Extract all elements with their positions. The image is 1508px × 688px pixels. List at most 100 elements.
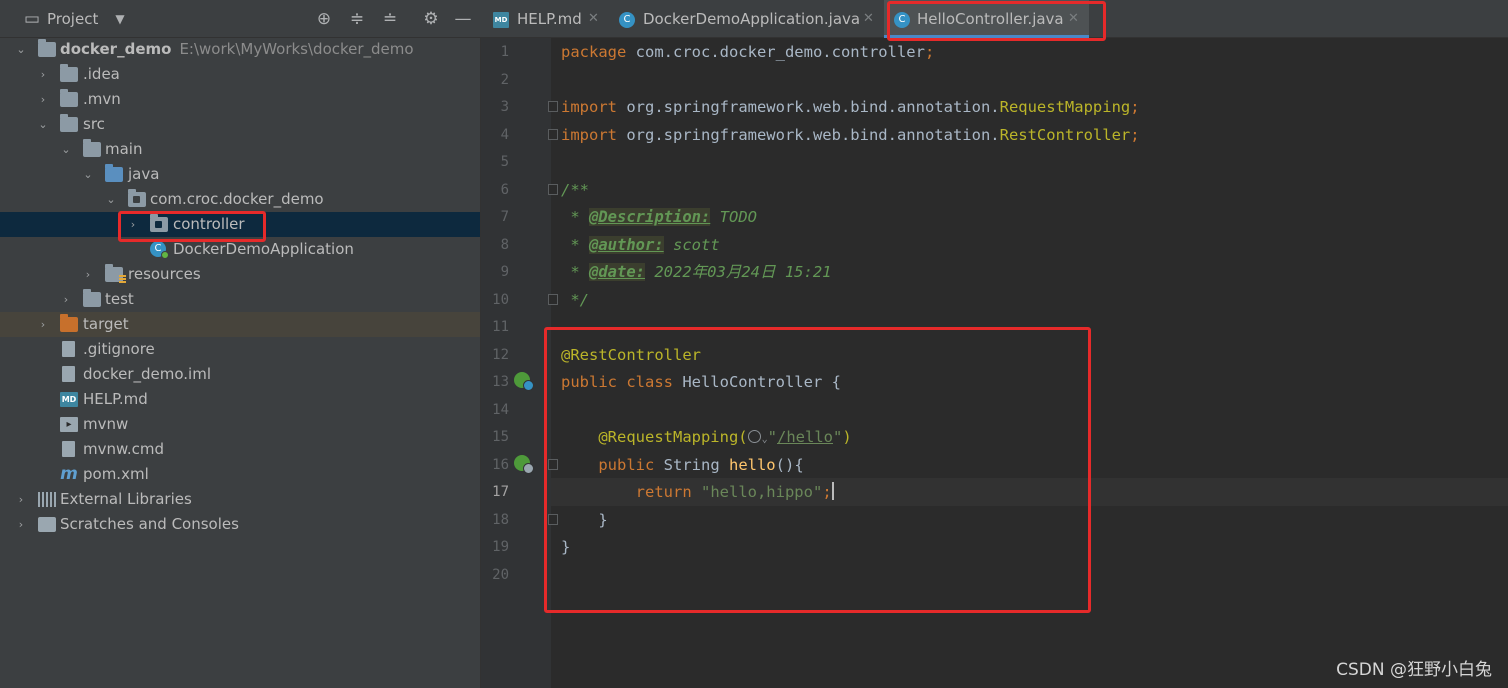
code-line: * @date: 2022年03月24日 15:21: [561, 263, 832, 281]
close-icon[interactable]: ✕: [863, 0, 874, 38]
chevron-right-icon[interactable]: ›: [36, 87, 50, 112]
line-number: 14: [492, 402, 509, 418]
locate-file-icon[interactable]: ⊕: [314, 9, 334, 29]
folder-icon: [60, 64, 78, 82]
code-editor: MD HELP.md ✕ C DockerDemoApplication.jav…: [481, 0, 1508, 688]
tree-item-docker-demo[interactable]: ⌄ docker_demo E:\work\MyWorks\docker_demo: [0, 37, 480, 62]
chevron-down-icon[interactable]: ⌄: [81, 162, 95, 187]
spring-bean-icon[interactable]: [514, 372, 534, 391]
tab-label: DockerDemoApplication.java: [643, 10, 861, 28]
close-icon[interactable]: ✕: [588, 0, 599, 38]
chevron-right-icon[interactable]: ›: [14, 512, 28, 537]
chevron-right-icon[interactable]: ›: [59, 287, 73, 312]
editor-tab-bar: MD HELP.md ✕ C DockerDemoApplication.jav…: [481, 0, 1508, 38]
line-number: 9: [500, 264, 509, 280]
tree-item-label: mvnw: [83, 415, 129, 433]
chevron-down-icon[interactable]: ⌄: [104, 187, 118, 212]
ignore-file-icon: [62, 341, 75, 357]
tree-item-docker-demo-application[interactable]: C DockerDemoApplication: [0, 237, 480, 262]
tree-item-gitignore[interactable]: .gitignore: [0, 337, 480, 362]
tree-item-test[interactable]: › test: [0, 287, 480, 312]
tree-item-help-md[interactable]: MD HELP.md: [0, 387, 480, 412]
resources-folder-icon: [105, 264, 126, 284]
tree-item-label: pom.xml: [83, 465, 149, 483]
tree-item-scratches[interactable]: › Scratches and Consoles: [0, 512, 480, 537]
tree-item-label: .idea: [83, 65, 120, 83]
chevron-right-icon[interactable]: ›: [126, 212, 140, 237]
tree-item-label: mvnw.cmd: [83, 440, 165, 458]
tree-item-target[interactable]: › target: [0, 312, 480, 337]
code-line: @RequestMapping(⌄"/hello"): [598, 428, 852, 446]
expand-all-icon[interactable]: ≑: [347, 9, 367, 29]
hide-panel-icon[interactable]: —: [453, 9, 473, 29]
spring-endpoint-icon[interactable]: [514, 455, 534, 474]
tree-item-mvn[interactable]: › .mvn: [0, 87, 480, 112]
chevron-down-icon[interactable]: ▼: [110, 9, 130, 29]
line-number: 16: [492, 457, 509, 473]
tree-item-label: controller: [173, 215, 245, 233]
code-line: @RestController: [561, 346, 701, 364]
chevron-right-icon[interactable]: ›: [36, 62, 50, 87]
line-number: 7: [500, 209, 509, 225]
project-view-selector[interactable]: Project: [47, 9, 98, 29]
chevron-down-icon[interactable]: ⌄: [59, 137, 73, 162]
line-number: 2: [500, 72, 509, 88]
line-number: 11: [492, 319, 509, 335]
tree-item-docker-demo-iml[interactable]: docker_demo.iml: [0, 362, 480, 387]
line-number: 10: [492, 292, 509, 308]
code-area[interactable]: package com.croc.docker_demo.controller;…: [551, 38, 1508, 688]
editor-gutter: 1 2 3 4 5 6 7 8 9 10 11 12 13 14 15 16 1…: [481, 38, 558, 688]
spring-boot-class-icon: C: [619, 12, 635, 28]
maven-icon: m: [60, 464, 78, 484]
tree-item-main[interactable]: ⌄ main: [0, 137, 480, 162]
tab-hello-controller[interactable]: C HelloController.java ✕: [884, 0, 1089, 38]
tree-item-label: Scratches and Consoles: [60, 515, 239, 533]
line-number: 19: [492, 539, 509, 555]
code-line: * @author: scott: [561, 236, 720, 254]
tree-item-label: main: [105, 140, 143, 158]
tree-item-label: com.croc.docker_demo: [150, 190, 324, 208]
tree-item-label: .gitignore: [83, 340, 155, 358]
tree-item-external-libraries[interactable]: › External Libraries: [0, 487, 480, 512]
tab-docker-demo-application[interactable]: C DockerDemoApplication.java ✕: [607, 0, 883, 38]
tree-item-src[interactable]: ⌄ src: [0, 112, 480, 137]
tree-item-idea[interactable]: › .idea: [0, 62, 480, 87]
chevron-down-icon[interactable]: ⌄: [14, 37, 28, 62]
tree-item-package[interactable]: ⌄ com.croc.docker_demo: [0, 187, 480, 212]
close-icon[interactable]: ✕: [1068, 0, 1079, 38]
line-number-current: 17: [492, 484, 509, 500]
tree-item-pom-xml[interactable]: m pom.xml: [0, 462, 480, 487]
code-line: /**: [561, 181, 589, 199]
tree-item-controller[interactable]: › controller: [0, 212, 480, 237]
tree-item-label: .mvn: [83, 90, 121, 108]
globe-icon[interactable]: [747, 430, 761, 443]
tree-item-label: java: [128, 165, 160, 183]
project-view-icon[interactable]: ▭: [22, 9, 42, 29]
chevron-right-icon[interactable]: ›: [14, 487, 28, 512]
endpoint-url-link[interactable]: /hello: [777, 428, 833, 446]
tree-item-java[interactable]: ⌄ java: [0, 162, 480, 187]
scratches-icon: [38, 517, 56, 532]
project-panel-header: ▭ Project ▼ ⊕ ≑ ≐ ⚙ —: [0, 0, 481, 38]
tree-item-label: docker_demo: [60, 40, 172, 58]
chevron-right-icon[interactable]: ›: [81, 262, 95, 287]
project-tool-window: ▭ Project ▼ ⊕ ≑ ≐ ⚙ — ⌄ docker_demo E:\wo…: [0, 0, 481, 688]
chevron-right-icon[interactable]: ›: [36, 312, 50, 337]
markdown-file-icon: MD: [60, 392, 78, 407]
project-path: E:\work\MyWorks\docker_demo: [179, 40, 414, 58]
tab-help-md[interactable]: MD HELP.md ✕: [481, 0, 606, 38]
code-line: */: [561, 291, 589, 309]
spring-boot-class-icon: C: [150, 241, 169, 259]
tree-item-label: External Libraries: [60, 490, 192, 508]
gear-icon[interactable]: ⚙: [421, 9, 441, 29]
code-line: }: [561, 538, 571, 556]
tree-item-mvnw-cmd[interactable]: mvnw.cmd: [0, 437, 480, 462]
code-line: }: [561, 511, 608, 529]
code-line: public class HelloController {: [561, 373, 841, 391]
tree-item-resources[interactable]: › resources: [0, 262, 480, 287]
tree-item-mvnw[interactable]: ▸ mvnw: [0, 412, 480, 437]
module-file-icon: [62, 366, 75, 382]
collapse-all-icon[interactable]: ≐: [380, 9, 400, 29]
line-number: 18: [492, 512, 509, 528]
chevron-down-icon[interactable]: ⌄: [36, 112, 50, 137]
